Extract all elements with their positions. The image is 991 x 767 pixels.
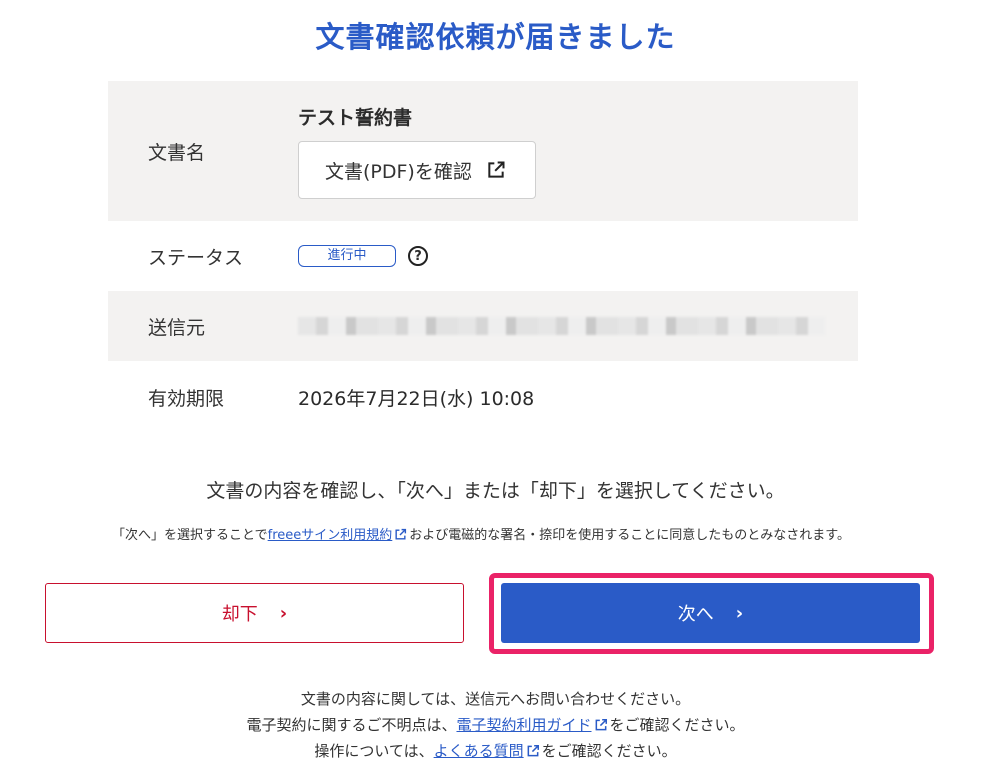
sender-redacted-value bbox=[298, 317, 825, 335]
status-row: ステータス 進行中 ? bbox=[108, 221, 858, 291]
consent-text: 「次へ」を選択することでfreeeサイン利用規約 および電磁的な署名・捺印を使用す… bbox=[112, 528, 850, 543]
instruction-text: 文書の内容を確認し、「次へ」または「却下」を選択してください。 bbox=[206, 480, 785, 502]
document-info-table: 文書名 テスト誓約書 文書(PDF)を確認 ステータス 進行中 ? 送信元 有効… bbox=[108, 81, 858, 433]
external-link-icon bbox=[595, 718, 607, 731]
view-pdf-button[interactable]: 文書(PDF)を確認 bbox=[298, 141, 536, 199]
external-link-icon bbox=[395, 528, 407, 540]
sender-row: 送信元 bbox=[108, 291, 858, 361]
footer-help: 文書の内容に関しては、送信元へお問い合わせください。 電子契約に関するご不明点は… bbox=[0, 686, 991, 764]
chevron-right-icon: › bbox=[279, 602, 288, 624]
expiry-row: 有効期限 2026年7月22日(水) 10:08 bbox=[108, 361, 858, 433]
reject-button-label: 却下 bbox=[221, 604, 258, 625]
sender-label: 送信元 bbox=[148, 316, 206, 339]
terms-link[interactable]: freeeサイン利用規約 bbox=[268, 528, 393, 543]
page-title: 文書確認依頼が届きました bbox=[315, 20, 676, 54]
external-link-icon bbox=[488, 161, 505, 178]
status-label: ステータス bbox=[148, 246, 244, 269]
status-badge: 進行中 bbox=[298, 245, 396, 268]
footer-line-1: 文書の内容に関しては、送信元へお問い合わせください。 bbox=[300, 690, 691, 708]
chevron-right-icon: › bbox=[735, 602, 744, 624]
view-pdf-button-label: 文書(PDF)を確認 bbox=[325, 160, 472, 183]
footer-line-3: 操作については、よくある質問 をご確認ください。 bbox=[314, 742, 677, 760]
document-name-label: 文書名 bbox=[148, 141, 206, 164]
expiry-value: 2026年7月22日(水) 10:08 bbox=[298, 387, 535, 410]
next-button-label: 次へ bbox=[677, 604, 714, 625]
help-icon[interactable]: ? bbox=[408, 246, 429, 267]
document-name: テスト誓約書 bbox=[298, 107, 413, 129]
footer-line-2: 電子契約に関するご不明点は、電子契約利用ガイド をご確認ください。 bbox=[246, 716, 745, 734]
reject-button[interactable]: 却下 › bbox=[45, 583, 464, 643]
faq-link[interactable]: よくある質問 bbox=[434, 742, 524, 760]
document-row: 文書名 テスト誓約書 文書(PDF)を確認 bbox=[108, 81, 858, 221]
guide-link[interactable]: 電子契約利用ガイド bbox=[456, 716, 591, 734]
expiry-label: 有効期限 bbox=[148, 387, 225, 410]
external-link-icon bbox=[527, 744, 539, 757]
next-button[interactable]: 次へ › bbox=[501, 583, 920, 643]
